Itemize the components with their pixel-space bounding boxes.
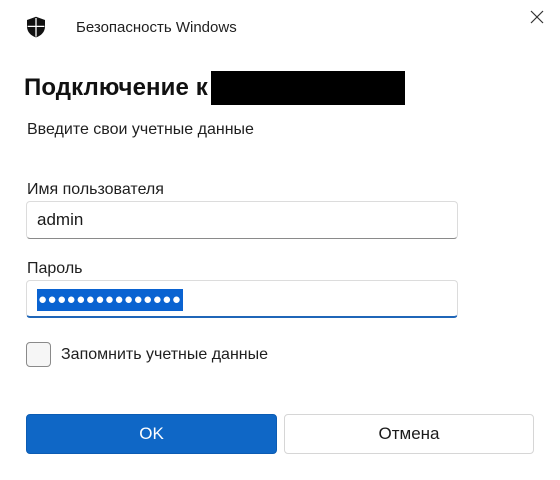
credential-dialog: Безопасность Windows Подключение к Введи… — [0, 0, 560, 480]
dialog-heading: Подключение к — [24, 74, 208, 101]
password-value: ●●●●●●●●●●●●●●● — [37, 289, 184, 311]
username-field[interactable]: admin — [26, 201, 458, 239]
redacted-host — [210, 71, 405, 105]
username-value: admin — [37, 210, 84, 229]
title-bar: Безопасность Windows — [0, 0, 560, 56]
ok-button[interactable]: OK — [26, 414, 277, 454]
window-title: Безопасность Windows — [76, 19, 237, 36]
shield-icon — [26, 16, 46, 38]
password-label: Пароль — [27, 260, 83, 277]
remember-credentials-checkbox[interactable] — [26, 342, 51, 367]
remember-credentials-row[interactable]: Запомнить учетные данные — [26, 342, 268, 367]
heading-row: Подключение к — [24, 70, 405, 106]
dialog-subtitle: Введите свои учетные данные — [27, 121, 254, 138]
password-field[interactable]: ●●●●●●●●●●●●●●● — [26, 280, 458, 318]
close-icon[interactable] — [526, 6, 548, 28]
username-label: Имя пользователя — [27, 181, 164, 198]
remember-credentials-label: Запомнить учетные данные — [61, 345, 269, 363]
cancel-button[interactable]: Отмена — [284, 414, 534, 454]
